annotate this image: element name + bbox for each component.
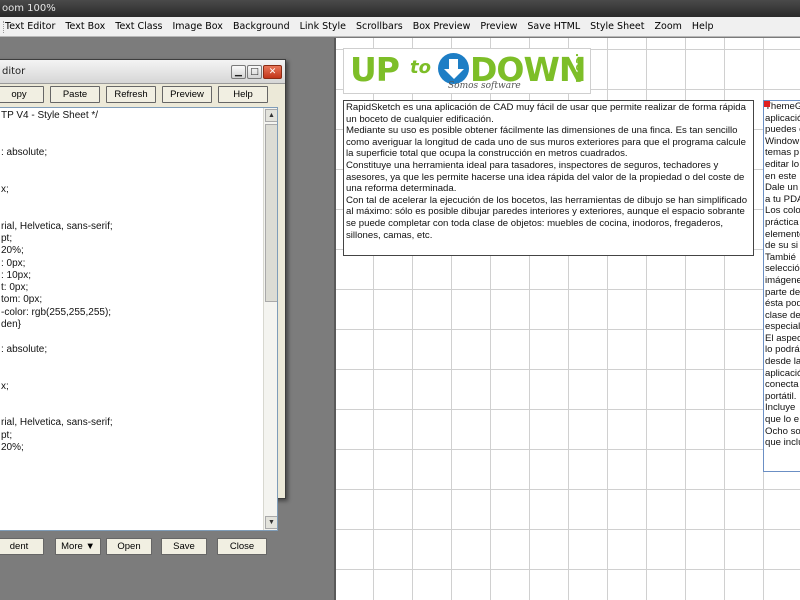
copy-button[interactable]: opy bbox=[0, 86, 44, 103]
side-text-line: selecció bbox=[765, 263, 800, 275]
menu-text-class[interactable]: Text Class bbox=[110, 17, 167, 37]
side-text-line: que lo e bbox=[765, 414, 800, 426]
canvas-text-box[interactable]: RapidSketch es una aplicación de CAD muy… bbox=[343, 100, 754, 256]
logo-tagline: Somos software bbox=[448, 81, 521, 91]
indent-button[interactable]: dent bbox=[0, 538, 44, 555]
scroll-down-icon[interactable]: ▼ bbox=[265, 516, 277, 529]
side-text-line: puedes c bbox=[765, 124, 800, 136]
dropdown-arrow-icon: ▼ bbox=[85, 541, 95, 552]
menu-background[interactable]: Background bbox=[228, 17, 295, 37]
menu-text-editor[interactable]: Text Editor bbox=[0, 17, 60, 37]
side-text-line: temas p bbox=[765, 147, 800, 159]
side-text-line: Dale un bbox=[765, 182, 799, 194]
side-text-line: Tambié bbox=[765, 251, 796, 263]
minimize-button[interactable]: ▁ bbox=[231, 65, 246, 79]
side-text-line: aplicació bbox=[765, 112, 800, 124]
paste-button[interactable]: Paste bbox=[50, 86, 100, 103]
side-text-line: Window bbox=[765, 135, 800, 147]
menu-save-html[interactable]: Save HTML bbox=[522, 17, 585, 37]
side-text-line: clase de bbox=[765, 309, 800, 321]
menu-link-style[interactable]: Link Style bbox=[295, 17, 351, 37]
resize-handle[interactable] bbox=[764, 101, 770, 107]
app-title: oom 100% bbox=[2, 3, 56, 14]
close-button[interactable]: Close bbox=[217, 538, 267, 555]
logo-com-text: .com bbox=[573, 53, 586, 83]
menu-style-sheet[interactable]: Style Sheet bbox=[585, 17, 649, 37]
maximize-button[interactable]: □ bbox=[247, 65, 262, 79]
side-text-line: lo podrá bbox=[765, 344, 800, 356]
side-text-content: ThemeGaplicaciópuedes cWindowtemas pedit… bbox=[765, 101, 800, 449]
side-text-line: que inclu bbox=[765, 437, 800, 449]
side-text-line: imágene bbox=[765, 274, 800, 286]
side-text-line: en este bbox=[765, 170, 797, 182]
menu-grip bbox=[3, 21, 5, 33]
side-text-line: editar lo bbox=[765, 158, 800, 170]
menu-scrollbars[interactable]: Scrollbars bbox=[351, 17, 408, 37]
side-text-line: especial bbox=[765, 321, 800, 333]
menu-help[interactable]: Help bbox=[687, 17, 719, 37]
side-text-line: Los color bbox=[765, 205, 800, 217]
down-arrow-icon bbox=[438, 53, 469, 84]
side-text-line: portátil. bbox=[765, 390, 797, 402]
close-window-button[interactable]: ✕ bbox=[263, 65, 282, 79]
canvas-text-content: RapidSketch es una aplicación de CAD muy… bbox=[346, 102, 751, 241]
menu-image-box[interactable]: Image Box bbox=[168, 17, 228, 37]
canvas-paragraph: Constituye una herramienta ideal para ta… bbox=[346, 159, 745, 195]
side-text-line: El aspec bbox=[765, 332, 800, 344]
refresh-button[interactable]: Refresh bbox=[106, 86, 156, 103]
side-text-line: a tu PDA bbox=[765, 193, 800, 205]
canvas-paragraph: Con tal de acelerar la ejecución de los … bbox=[346, 194, 748, 241]
scroll-up-icon[interactable]: ▲ bbox=[265, 109, 277, 122]
side-text-line: práctica bbox=[765, 216, 799, 228]
code-editor[interactable]: TP V4 - Style Sheet */ : absolute; x; ri… bbox=[0, 107, 278, 531]
vertical-scrollbar[interactable]: ▲ ▼ bbox=[263, 108, 277, 530]
preview-button[interactable]: Preview bbox=[162, 86, 212, 103]
side-text-box[interactable]: ThemeGaplicaciópuedes cWindowtemas pedit… bbox=[763, 100, 800, 472]
menu-box-preview[interactable]: Box Preview bbox=[408, 17, 476, 37]
logo-up-text: UP bbox=[350, 50, 400, 89]
menu-preview[interactable]: Preview bbox=[475, 17, 522, 37]
canvas-paragraph: RapidSketch es una aplicación de CAD muy… bbox=[346, 102, 746, 125]
more-label: More bbox=[61, 541, 83, 552]
logo-to-text: to bbox=[410, 57, 431, 78]
side-text-line: parte de bbox=[765, 286, 800, 298]
editor-title: ditor bbox=[2, 66, 26, 77]
menu-text-box[interactable]: Text Box bbox=[60, 17, 110, 37]
side-text-line: conecta bbox=[765, 379, 799, 391]
side-text-line: Ocho so bbox=[765, 425, 800, 437]
save-button[interactable]: Save bbox=[161, 538, 207, 555]
logo-image-box[interactable]: UP to DOWN .com Somos software bbox=[343, 48, 591, 94]
side-text-line: elemento bbox=[765, 228, 800, 240]
text-editor-window: ditor ▁ □ ✕ opy Paste Refresh Preview He… bbox=[0, 59, 286, 555]
menu-bar: Text Editor Text Box Text Class Image Bo… bbox=[0, 17, 800, 37]
help-button[interactable]: Help bbox=[218, 86, 268, 103]
side-text-line: desde la bbox=[765, 356, 800, 368]
code-text: TP V4 - Style Sheet */ : absolute; x; ri… bbox=[1, 110, 113, 454]
side-text-line: aplicació bbox=[765, 367, 800, 379]
side-text-line: Incluye bbox=[765, 402, 796, 414]
open-button[interactable]: Open bbox=[106, 538, 152, 555]
menu-zoom[interactable]: Zoom bbox=[650, 17, 687, 37]
scroll-thumb[interactable] bbox=[265, 124, 277, 302]
app-title-bar: oom 100% bbox=[0, 0, 800, 17]
canvas-paragraph: Mediante su uso es posible obtener fácil… bbox=[346, 125, 746, 160]
side-text-line: ésta pod bbox=[765, 298, 800, 310]
more-button[interactable]: More ▼ bbox=[55, 538, 101, 555]
side-text-line: de su si bbox=[765, 240, 799, 252]
side-text-line: ThemeG bbox=[765, 101, 800, 112]
